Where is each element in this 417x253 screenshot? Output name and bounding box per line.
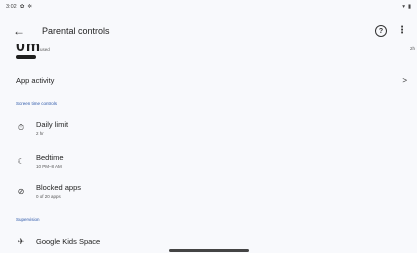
moon-icon: ☾	[17, 156, 25, 166]
usage-label: used	[40, 47, 50, 52]
bedtime-text: Bedtime 10 PM–8 AM	[36, 153, 64, 169]
help-icon[interactable]: ?	[375, 25, 387, 37]
daily-limit-subtitle: 2 hr	[36, 131, 44, 136]
bedtime-title: Bedtime	[36, 153, 64, 162]
app-activity-label: App activity	[16, 75, 55, 85]
blocked-apps-title: Blocked apps	[36, 183, 82, 192]
status-right: ▾ ▮	[402, 4, 411, 10]
daily-limit-title: Daily limit	[36, 120, 69, 129]
kids-space-title: Google Kids Space	[36, 236, 101, 246]
usage-limit-label: 2h	[409, 46, 415, 51]
block-icon: ⊘	[17, 186, 25, 196]
bedtime-row[interactable]: ☾ Bedtime 10 PM–8 AM	[0, 151, 417, 171]
daily-limit-text: Daily limit 2 hr	[36, 120, 68, 136]
page-title: Parental controls	[42, 26, 110, 36]
kids-space-row[interactable]: ✈ Google Kids Space	[0, 234, 417, 248]
status-left: 3:02 ✿ ✲	[6, 4, 32, 10]
daily-limit-row[interactable]: ⏱ Daily limit 2 hr	[0, 118, 417, 138]
kids-space-icon: ✈	[17, 236, 25, 246]
usage-progress-bar	[16, 55, 36, 59]
blocked-apps-subtitle: 0 of 20 apps	[36, 194, 61, 199]
status-bar: 3:02 ✿ ✲ ▾ ▮	[0, 0, 417, 14]
navigation-handle[interactable]	[169, 249, 249, 252]
wifi-icon: ▾	[402, 4, 405, 10]
battery-icon: ▮	[407, 4, 411, 10]
chevron-right-icon: >	[402, 75, 407, 85]
app-actions: ? ⋮	[375, 25, 407, 37]
gear-icon: ✿	[19, 4, 25, 10]
more-options-icon[interactable]: ⋮	[397, 26, 407, 36]
timer-icon: ⏱	[17, 123, 25, 132]
blocked-apps-row[interactable]: ⊘ Blocked apps 0 of 20 apps	[0, 181, 417, 201]
section-header-screen-time: Screen time controls	[16, 101, 58, 106]
usage-summary: 0m used 2h	[0, 44, 417, 68]
bedtime-subtitle: 10 PM–8 AM	[36, 164, 62, 169]
app-bar: ← Parental controls ? ⋮	[0, 14, 417, 48]
back-arrow-icon[interactable]: ←	[10, 22, 28, 40]
status-time: 3:02	[6, 4, 17, 10]
blocked-apps-text: Blocked apps 0 of 20 apps	[36, 183, 81, 199]
rotation-icon: ✲	[27, 4, 32, 10]
section-header-supervision: Supervision	[16, 217, 40, 222]
app-activity-row[interactable]: App activity >	[0, 72, 417, 88]
